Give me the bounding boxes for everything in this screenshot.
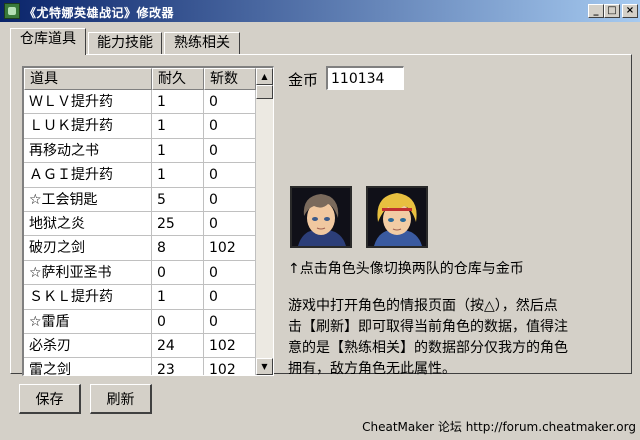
title-bar: 《尤特娜英雄战记》修改器 _ □ × bbox=[0, 0, 640, 22]
instructions-line: 击【刷新】即可取得当前角色的数据，值得注 bbox=[288, 319, 568, 335]
kills-cell: 0 bbox=[204, 138, 256, 164]
durability-cell: 8 bbox=[152, 236, 204, 261]
kills-cell: 0 bbox=[204, 90, 256, 115]
instructions-line: 游戏中打开角色的情报页面（按△），然后点 bbox=[288, 298, 558, 314]
app-icon bbox=[4, 3, 20, 19]
table-row[interactable]: ＬＵＫ提升药 1 0 bbox=[24, 114, 256, 139]
kills-cell: 0 bbox=[204, 114, 256, 139]
tab-label: 熟练相关 bbox=[174, 35, 230, 51]
scroll-down-arrow-icon[interactable]: ▼ bbox=[256, 358, 273, 375]
durability-cell: 1 bbox=[152, 90, 204, 115]
close-button[interactable]: × bbox=[622, 4, 638, 18]
kills-cell: 102 bbox=[204, 333, 256, 359]
durability-cell: 1 bbox=[152, 138, 204, 164]
durability-cell: 5 bbox=[152, 187, 204, 212]
tab-label: 能力技能 bbox=[97, 35, 153, 51]
party-1-portrait[interactable] bbox=[290, 186, 352, 248]
table-row[interactable]: 破刃之剑 8 102 bbox=[24, 236, 256, 261]
durability-cell: 1 bbox=[152, 285, 204, 310]
gold-label: 金币 bbox=[288, 71, 319, 89]
durability-cell: 0 bbox=[152, 260, 204, 286]
kills-cell: 102 bbox=[204, 358, 256, 375]
item-name-cell: 必杀刃 bbox=[24, 333, 152, 359]
column-header-kills[interactable]: 斩数 bbox=[204, 68, 256, 90]
kills-cell: 0 bbox=[204, 163, 256, 188]
table-row[interactable]: ☆萨利亚圣书 0 0 bbox=[24, 260, 256, 286]
table-row[interactable]: ＷＬＶ提升药 1 0 bbox=[24, 90, 256, 115]
table-row[interactable]: 再移动之书 1 0 bbox=[24, 138, 256, 164]
item-name-cell: 地狱之炎 bbox=[24, 211, 152, 237]
column-header-item[interactable]: 道具 bbox=[24, 68, 152, 90]
item-name-cell: ☆萨利亚圣书 bbox=[24, 260, 152, 286]
item-name-cell: ＬＵＫ提升药 bbox=[24, 114, 152, 139]
instructions-line: 意的是【熟练相关】的数据部分仅我方的角色 bbox=[288, 340, 568, 356]
item-name-cell: 雷之剑 bbox=[24, 358, 152, 375]
item-name-cell: ☆工会钥匙 bbox=[24, 187, 152, 212]
item-name-cell: ☆雷盾 bbox=[24, 309, 152, 334]
maximize-button[interactable]: □ bbox=[604, 4, 620, 18]
minimize-button[interactable]: _ bbox=[588, 4, 604, 18]
portrait-hint: ↑点击角色头像切换两队的仓库与金币 bbox=[288, 261, 524, 277]
item-name-cell: ＳＫＬ提升药 bbox=[24, 285, 152, 310]
list-header: 道具 耐久 斩数 bbox=[24, 68, 256, 90]
scroll-up-arrow-icon[interactable]: ▲ bbox=[256, 68, 273, 85]
table-row[interactable]: ＳＫＬ提升药 1 0 bbox=[24, 285, 256, 310]
item-name-cell: 破刃之剑 bbox=[24, 236, 152, 261]
table-row[interactable]: 地狱之炎 25 0 bbox=[24, 211, 256, 237]
kills-cell: 0 bbox=[204, 260, 256, 286]
table-row[interactable]: ☆雷盾 0 0 bbox=[24, 309, 256, 334]
refresh-button[interactable]: 刷新 bbox=[90, 384, 152, 414]
item-name-cell: 再移动之书 bbox=[24, 138, 152, 164]
window-title: 《尤特娜英雄战记》修改器 bbox=[24, 6, 175, 20]
footer-credit: CheatMaker 论坛 http://forum.cheatmaker.or… bbox=[362, 420, 636, 434]
table-row[interactable]: 必杀刃 24 102 bbox=[24, 333, 256, 359]
tab-proficiency[interactable]: 熟练相关 bbox=[164, 32, 240, 54]
tab-label: 仓库道具 bbox=[20, 31, 76, 47]
save-button[interactable]: 保存 bbox=[19, 384, 81, 414]
item-name-cell: ＷＬＶ提升药 bbox=[24, 90, 152, 115]
instructions-text: 游戏中打开角色的情报页面（按△），然后点 击【刷新】即可取得当前角色的数据，值得… bbox=[288, 296, 632, 380]
item-name-cell: ＡＧＩ提升药 bbox=[24, 163, 152, 188]
scroll-thumb[interactable] bbox=[256, 85, 273, 99]
kills-cell: 0 bbox=[204, 309, 256, 334]
kills-cell: 0 bbox=[204, 285, 256, 310]
durability-cell: 1 bbox=[152, 163, 204, 188]
durability-cell: 1 bbox=[152, 114, 204, 139]
kills-cell: 0 bbox=[204, 211, 256, 237]
durability-cell: 0 bbox=[152, 309, 204, 334]
kills-cell: 102 bbox=[204, 236, 256, 261]
kills-cell: 0 bbox=[204, 187, 256, 212]
list-body: ＷＬＶ提升药 1 0 ＬＵＫ提升药 1 0 再移动之书 1 0 ＡＧＩ提升药 1 0 ☆工会钥匙 5 0 地狱… bbox=[24, 90, 256, 375]
table-row[interactable]: ☆工会钥匙 5 0 bbox=[24, 187, 256, 212]
tab-abilities-skills[interactable]: 能力技能 bbox=[88, 32, 162, 54]
table-row[interactable]: ＡＧＩ提升药 1 0 bbox=[24, 163, 256, 188]
tab-warehouse-items[interactable]: 仓库道具 bbox=[10, 28, 86, 55]
item-list[interactable]: 道具 耐久 斩数 ＷＬＶ提升药 1 0 ＬＵＫ提升药 1 0 再移动之书 1 0 ＡＧＩ提升药 1 0… bbox=[22, 66, 274, 376]
column-header-durability[interactable]: 耐久 bbox=[152, 68, 204, 90]
vertical-scrollbar[interactable]: ▲ ▼ bbox=[256, 68, 273, 375]
gold-input[interactable] bbox=[326, 66, 404, 90]
durability-cell: 25 bbox=[152, 211, 204, 237]
durability-cell: 23 bbox=[152, 358, 204, 375]
instructions-line: 拥有，敌方角色无此属性。 bbox=[288, 361, 456, 377]
party-2-portrait[interactable] bbox=[366, 186, 428, 248]
durability-cell: 24 bbox=[152, 333, 204, 359]
table-row[interactable]: 雷之剑 23 102 bbox=[24, 358, 256, 375]
